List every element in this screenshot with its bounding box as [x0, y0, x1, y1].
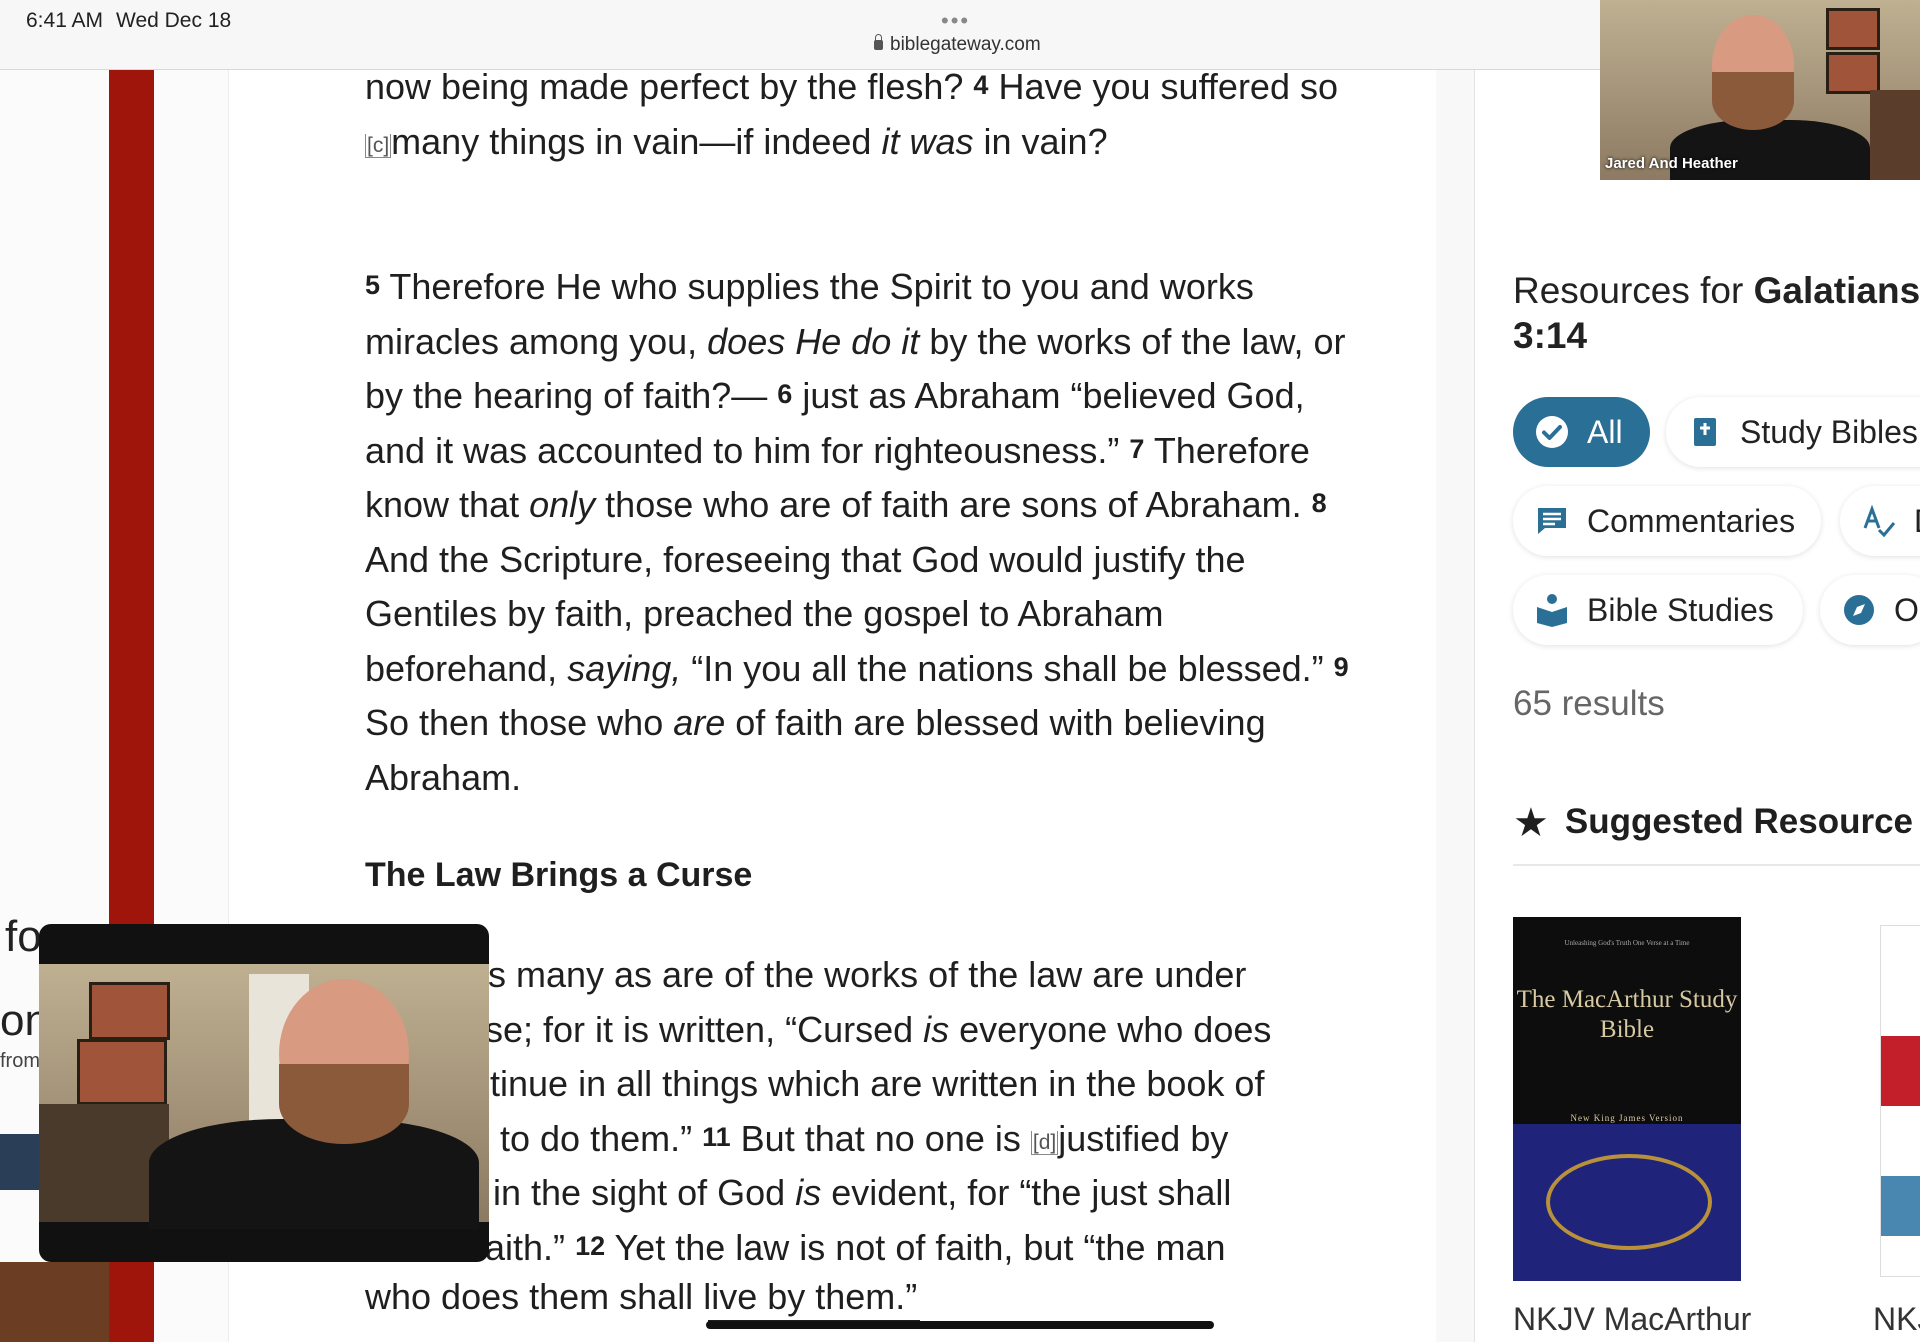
status-date: Wed Dec 18: [116, 9, 232, 32]
left-image-fragment: [0, 1262, 109, 1342]
footnote-link[interactable]: [c]: [365, 133, 392, 158]
verse-number: 4: [973, 70, 989, 100]
results-count: 65 results: [1513, 684, 1665, 723]
passage-paragraph: 5 Therefore He who supplies the Spirit t…: [365, 266, 1349, 798]
comment-icon: [1535, 504, 1569, 538]
book-cover-macarthur[interactable]: Unleashing God's Truth One Verse at a Ti…: [1513, 917, 1741, 1281]
bible-icon: [1688, 415, 1722, 449]
home-indicator[interactable]: [706, 1321, 1214, 1329]
filter-commentaries-button[interactable]: Commentaries: [1513, 486, 1821, 556]
book-tagline: Unleashing God's Truth One Verse at a Ti…: [1564, 939, 1690, 947]
dictionary-icon: [1862, 504, 1896, 538]
verse-number: 12: [575, 1230, 606, 1261]
filter-all-button[interactable]: All: [1513, 397, 1650, 467]
footnote-link[interactable]: [d]: [1030, 1130, 1059, 1155]
star-icon: ★: [1513, 801, 1549, 845]
verse-number: 7: [1129, 433, 1145, 464]
video-tile-top[interactable]: [1600, 0, 1920, 180]
multitask-dots-icon[interactable]: •••: [941, 8, 970, 34]
compass-icon: [1842, 593, 1876, 627]
participant-name: Jared And Heather: [1605, 155, 1738, 172]
status-time: 6:41 AM: [26, 9, 104, 32]
url-text: biblegateway.com: [890, 34, 1041, 55]
verse-number: 11: [702, 1121, 731, 1152]
book-caption[interactable]: NKJV MacArthur: [1513, 1301, 1751, 1338]
address-bar[interactable]: biblegateway.com: [874, 34, 1041, 56]
study-icon: [1535, 593, 1569, 627]
filter-bible-studies-button[interactable]: Bible Studies: [1513, 575, 1803, 645]
book-title: The MacArthur Study Bible: [1516, 986, 1738, 1043]
lock-icon: [874, 34, 883, 50]
passage-paragraph: now being made perfect by the flesh? 4 H…: [365, 66, 1338, 162]
filter-label: O: [1894, 591, 1919, 628]
left-button-fragment[interactable]: [0, 1134, 39, 1190]
verse-number: 8: [1311, 488, 1327, 518]
book-subtitle: New King James Version: [1570, 1113, 1684, 1123]
filter-label: Bible Studies: [1587, 591, 1774, 628]
filter-label: Commentaries: [1587, 502, 1796, 539]
filter-overviews-button[interactable]: O: [1820, 575, 1920, 645]
passage-line: who does them shall live by them.”: [365, 1276, 918, 1317]
verse-number: 5: [365, 270, 381, 300]
resources-title: Resources for Galatians 3:14: [1513, 270, 1920, 356]
book-caption[interactable]: NKJ: [1873, 1301, 1920, 1338]
browser-status-bar: [0, 0, 1600, 70]
verse-number: 6: [777, 379, 793, 409]
divider: [1513, 864, 1920, 866]
left-fragment-text: from: [0, 1050, 40, 1072]
check-circle-icon: [1535, 415, 1569, 449]
filter-label: All: [1587, 413, 1623, 450]
passage-paragraph: s many as are of the works of the law ar…: [485, 954, 1272, 1268]
left-fragment-text: fo: [5, 912, 42, 961]
video-tile-floating[interactable]: [39, 924, 489, 1262]
suggested-resources-heading: ★ Suggested Resource: [1513, 801, 1914, 845]
filter-study-bibles-button[interactable]: Study Bibles: [1666, 397, 1920, 467]
filter-label: D: [1914, 503, 1920, 540]
section-heading: The Law Brings a Curse: [365, 856, 753, 894]
verse-number: 9: [1333, 651, 1349, 682]
column-gap: [1436, 69, 1475, 1342]
filter-dictionaries-button[interactable]: D: [1840, 486, 1920, 556]
filter-label: Study Bibles: [1740, 413, 1918, 450]
book-cover-second[interactable]: [1880, 925, 1920, 1277]
